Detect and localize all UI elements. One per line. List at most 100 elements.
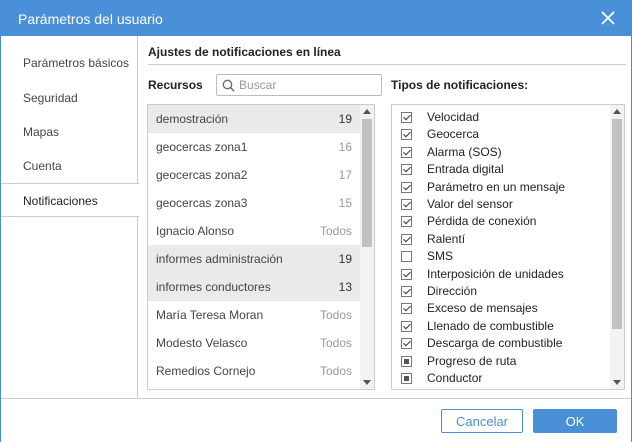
sidebar-item-basic[interactable]: Parámetros básicos bbox=[1, 46, 138, 80]
sidebar-item-label: Notificaciones bbox=[23, 194, 98, 208]
notification-type-checkbox[interactable] bbox=[401, 164, 412, 176]
notification-type-row[interactable]: Geocerca bbox=[392, 126, 612, 143]
scroll-up-icon[interactable] bbox=[613, 109, 621, 114]
resource-row[interactable]: Ignacio Alonso Todos bbox=[148, 217, 360, 245]
search-icon bbox=[222, 79, 235, 92]
sidebar-item-label: Mapas bbox=[23, 125, 60, 139]
notification-type-checkbox[interactable] bbox=[401, 181, 412, 193]
scroll-down-icon[interactable] bbox=[363, 380, 371, 385]
ok-button[interactable]: OK bbox=[533, 409, 617, 433]
notification-type-row[interactable]: Descarga de combustible bbox=[392, 335, 612, 352]
notification-type-checkbox[interactable] bbox=[401, 355, 412, 367]
section-title: Ajustes de notificaciones en línea bbox=[148, 45, 341, 59]
notification-type-row[interactable]: SMS bbox=[392, 248, 612, 265]
sidebar-item-security[interactable]: Seguridad bbox=[1, 81, 138, 115]
resource-count: Todos bbox=[319, 336, 352, 350]
resource-row[interactable]: geocercas zona3 15 bbox=[148, 189, 360, 217]
scroll-up-icon[interactable] bbox=[363, 109, 371, 114]
notification-type-label: Geocerca bbox=[427, 127, 480, 142]
resource-count: 15 bbox=[338, 196, 352, 210]
section-divider bbox=[148, 64, 626, 65]
resource-row[interactable]: geocercas zona2 17 bbox=[148, 161, 360, 189]
resource-row[interactable]: informes administración 19 bbox=[148, 245, 360, 273]
notification-type-label: Entrada digital bbox=[427, 162, 504, 177]
notification-type-checkbox[interactable] bbox=[401, 303, 412, 315]
notification-type-label: Descarga de combustible bbox=[427, 336, 563, 351]
notification-type-row[interactable]: Ralentí bbox=[392, 231, 612, 248]
resource-count: 17 bbox=[338, 168, 352, 182]
notification-type-label: Interposición de unidades bbox=[427, 266, 564, 281]
notification-type-row[interactable]: Parámetro en un mensaje bbox=[392, 179, 612, 196]
notification-type-checkbox[interactable] bbox=[401, 268, 412, 280]
search-box bbox=[216, 74, 382, 96]
notification-type-label: Velocidad bbox=[427, 110, 480, 124]
notification-type-row[interactable]: Llenado de combustible bbox=[392, 318, 612, 335]
sidebar-item-label: Parámetros básicos bbox=[23, 56, 130, 70]
notification-type-label: Remolque bbox=[427, 387, 482, 389]
notification-type-label: Pérdida de conexión bbox=[427, 214, 537, 229]
notification-type-label: Progreso de ruta bbox=[427, 353, 517, 368]
notification-type-label: Dirección bbox=[427, 284, 478, 298]
notification-type-checkbox[interactable] bbox=[401, 286, 412, 297]
notification-type-checkbox[interactable] bbox=[401, 233, 412, 245]
sidebar-item-maps[interactable]: Mapas bbox=[1, 115, 138, 149]
resource-name: geocercas zona3 bbox=[156, 196, 248, 210]
notification-type-checkbox[interactable] bbox=[401, 146, 412, 158]
resource-count: 13 bbox=[338, 280, 352, 294]
notification-type-row[interactable]: Conductor bbox=[392, 370, 612, 387]
notification-type-row[interactable]: Entrada digital bbox=[392, 161, 612, 178]
sidebar-item-label: Seguridad bbox=[23, 91, 78, 105]
notification-type-row[interactable]: Remolque bbox=[392, 387, 612, 389]
resources-label: Recursos bbox=[148, 78, 203, 92]
notification-type-row[interactable]: Velocidad bbox=[392, 109, 612, 126]
notification-type-row[interactable]: Valor del sensor bbox=[392, 196, 612, 213]
resource-row[interactable]: informes conductores 13 bbox=[148, 273, 360, 301]
notification-type-label: Conductor bbox=[427, 371, 483, 385]
notification-type-checkbox[interactable] bbox=[401, 199, 412, 210]
scroll-thumb[interactable] bbox=[612, 119, 622, 329]
resource-row[interactable]: demostración 19 bbox=[148, 105, 360, 133]
sidebar-item-account[interactable]: Cuenta bbox=[1, 149, 138, 183]
notification-type-checkbox[interactable] bbox=[401, 216, 412, 228]
notification-type-row[interactable]: Exceso de mensajes bbox=[392, 300, 612, 317]
notification-type-label: SMS bbox=[427, 249, 454, 264]
search-input[interactable] bbox=[239, 77, 377, 93]
resource-name: demostración bbox=[156, 112, 229, 126]
notification-type-label: Parámetro en un mensaje bbox=[427, 179, 566, 194]
resource-name: Ignacio Alonso bbox=[156, 224, 235, 238]
notification-type-label: Valor del sensor bbox=[427, 197, 513, 211]
resource-count: Todos bbox=[319, 364, 352, 378]
resource-count: 19 bbox=[338, 252, 352, 266]
notification-type-checkbox[interactable] bbox=[401, 338, 412, 350]
cancel-button[interactable]: Cancelar bbox=[441, 409, 523, 433]
sidebar-item-label: Cuenta bbox=[23, 159, 62, 173]
scroll-thumb[interactable] bbox=[362, 119, 372, 247]
types-scrollbar[interactable] bbox=[610, 105, 624, 389]
notification-type-checkbox[interactable] bbox=[401, 373, 412, 384]
notification-type-row[interactable]: Pérdida de conexión bbox=[392, 213, 612, 230]
notification-type-row[interactable]: Dirección bbox=[392, 283, 612, 300]
notification-type-row[interactable]: Interposición de unidades bbox=[392, 266, 612, 283]
notification-type-row[interactable]: Alarma (SOS) bbox=[392, 144, 612, 161]
notification-type-label: Exceso de mensajes bbox=[427, 301, 538, 316]
close-icon[interactable] bbox=[601, 11, 615, 25]
user-parameters-dialog: Parámetros del usuario Parámetros básico… bbox=[0, 0, 632, 442]
resource-name: María Teresa Moran bbox=[156, 308, 264, 322]
sidebar-item-notifications[interactable]: Notificaciones bbox=[1, 183, 139, 217]
dialog-title: Parámetros del usuario bbox=[18, 11, 163, 27]
notification-type-checkbox[interactable] bbox=[401, 112, 412, 123]
resource-name: geocercas zona1 bbox=[156, 140, 248, 154]
resource-row[interactable]: Modesto Velasco Todos bbox=[148, 329, 360, 357]
notification-type-checkbox[interactable] bbox=[401, 251, 412, 263]
notification-type-checkbox[interactable] bbox=[401, 129, 412, 141]
notification-type-label: Ralentí bbox=[427, 231, 466, 246]
notification-type-row[interactable]: Progreso de ruta bbox=[392, 353, 612, 370]
resources-scrollbar[interactable] bbox=[360, 105, 374, 389]
resource-row[interactable]: geocercas zona1 16 bbox=[148, 133, 360, 161]
scroll-down-icon[interactable] bbox=[613, 380, 621, 385]
notification-types-label: Tipos de notificaciones: bbox=[391, 78, 529, 92]
resource-row[interactable]: Remedios Cornejo Todos bbox=[148, 357, 360, 385]
notification-type-label: Alarma (SOS) bbox=[427, 144, 502, 159]
resource-row[interactable]: María Teresa Moran Todos bbox=[148, 301, 360, 329]
notification-type-checkbox[interactable] bbox=[401, 320, 412, 332]
